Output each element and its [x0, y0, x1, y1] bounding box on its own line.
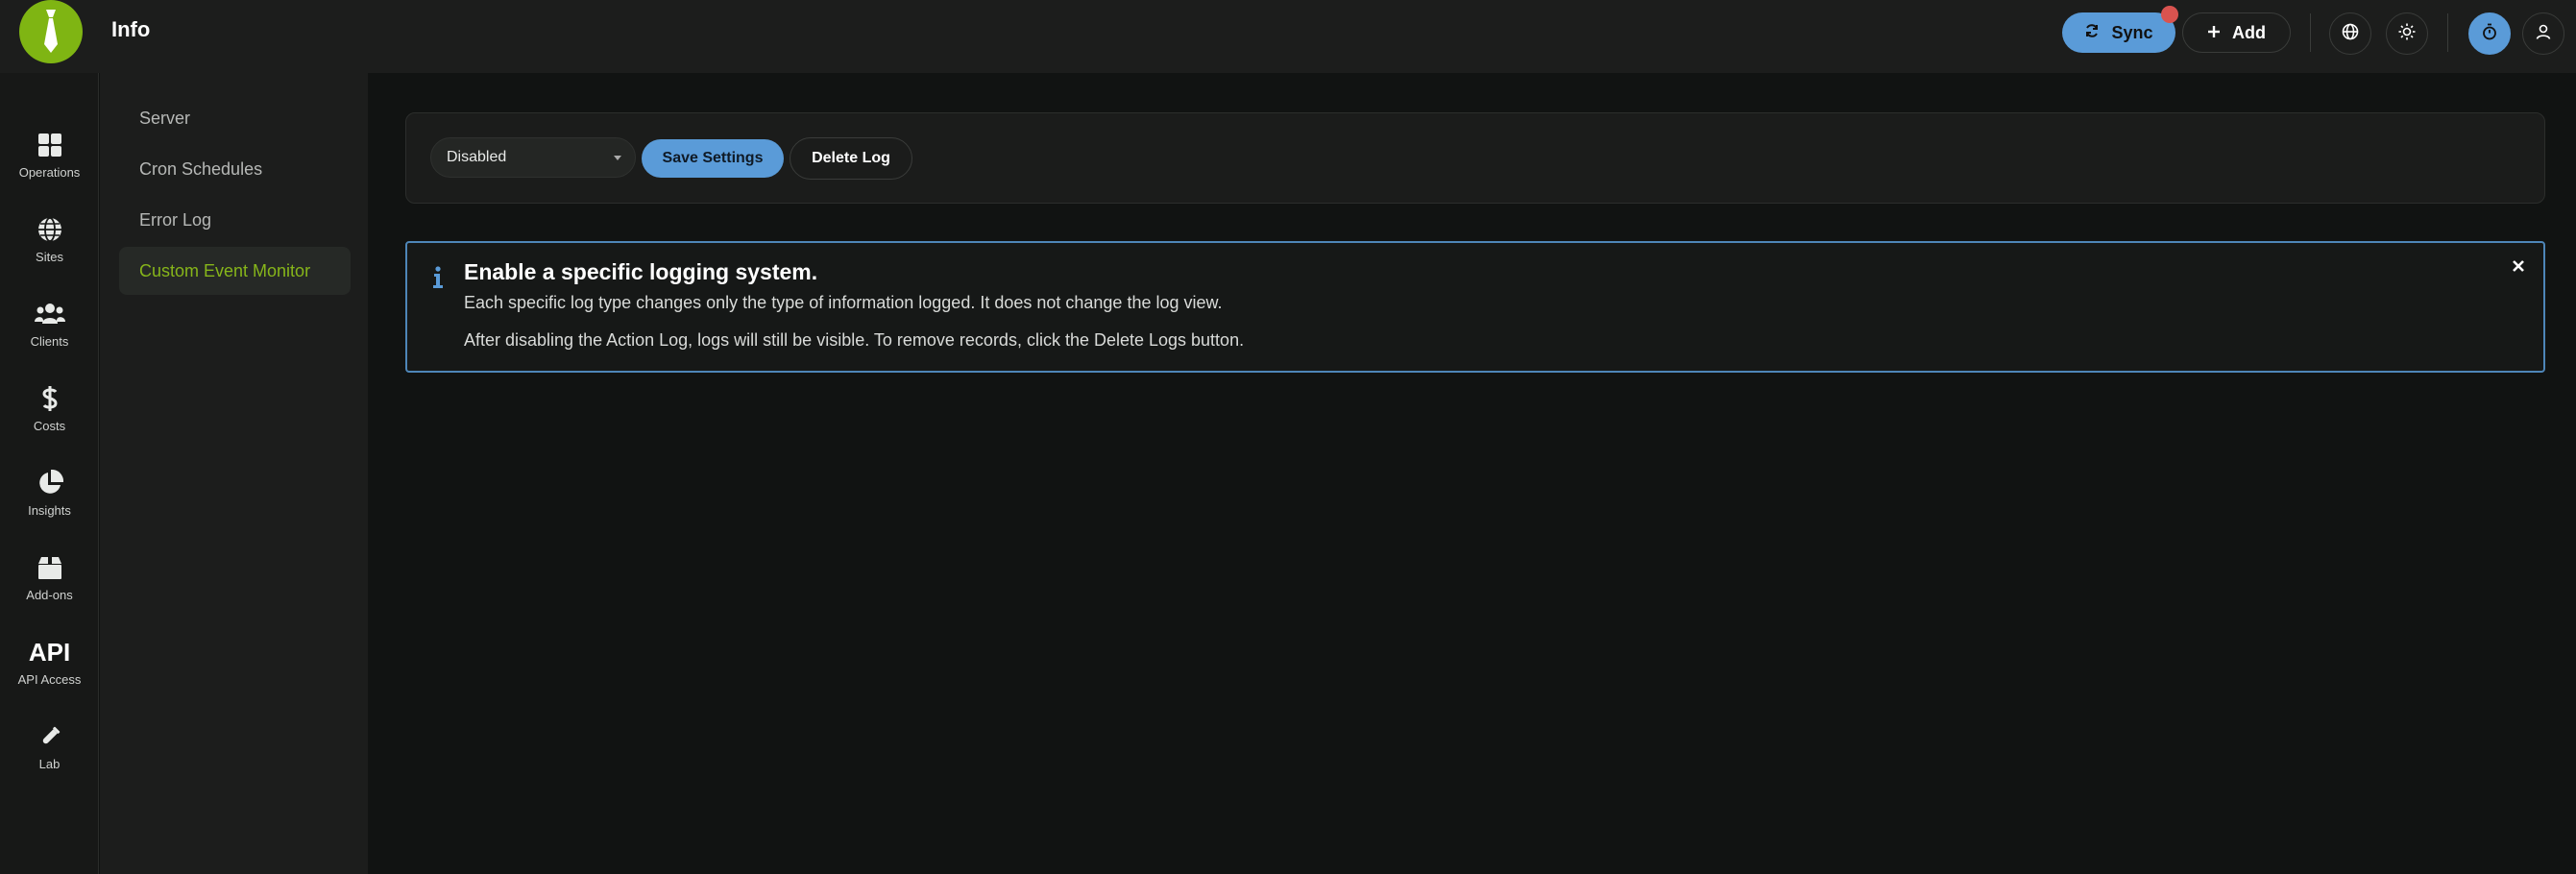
- nav-item-insights[interactable]: Insights: [0, 467, 99, 540]
- secondary-sidebar: Server Cron Schedules Error Log Custom E…: [100, 73, 368, 874]
- main-sidebar: Operations Sites Clients Costs Insights …: [0, 73, 99, 874]
- page-title: Info: [111, 17, 151, 41]
- alert-title: Enable a specific logging system.: [464, 259, 818, 284]
- plus-icon: [2207, 23, 2221, 43]
- box-icon: [37, 551, 62, 584]
- divider: [2310, 13, 2311, 52]
- log-status-select[interactable]: Disabled: [430, 137, 636, 178]
- nav-item-clients[interactable]: Clients: [0, 298, 99, 371]
- test-tube-icon: [38, 720, 61, 753]
- globe-button[interactable]: [2329, 12, 2371, 55]
- alert-message-2: After disabling the Action Log, logs wil…: [464, 330, 1245, 350]
- stopwatch-icon: [2481, 23, 2498, 45]
- delete-log-button[interactable]: Delete Log: [790, 137, 912, 180]
- nav-item-lab[interactable]: Lab: [0, 720, 99, 793]
- caret-down-icon: [614, 156, 621, 160]
- nav-item-operations[interactable]: Operations: [0, 129, 99, 202]
- sun-icon: [2398, 23, 2416, 45]
- log-status-value: Disabled: [447, 149, 507, 165]
- subnav-item-server[interactable]: Server: [119, 94, 351, 142]
- sync-label: Sync: [2111, 22, 2153, 42]
- nav-item-sites[interactable]: Sites: [0, 213, 99, 286]
- info-icon: [432, 266, 444, 294]
- grid-icon: [37, 129, 62, 161]
- globe-icon: [37, 213, 62, 246]
- add-label: Add: [2232, 22, 2266, 42]
- sync-button[interactable]: Sync: [2062, 12, 2175, 53]
- info-alert: Enable a specific logging system. Each s…: [405, 241, 2545, 373]
- top-bar: Info Sync Add: [0, 0, 2576, 73]
- close-icon[interactable]: [2507, 255, 2530, 278]
- subnav-item-error-log[interactable]: Error Log: [119, 196, 351, 244]
- nav-item-costs[interactable]: Costs: [0, 382, 99, 455]
- user-icon: [2535, 23, 2552, 45]
- users-icon: [34, 298, 65, 330]
- dollar-icon: [41, 382, 59, 415]
- globe-icon: [2342, 23, 2359, 45]
- nav-item-api-access[interactable]: API API Access: [0, 636, 99, 709]
- subnav-item-cron-schedules[interactable]: Cron Schedules: [119, 145, 351, 193]
- subnav-item-custom-event-monitor[interactable]: Custom Event Monitor: [119, 247, 351, 295]
- divider: [2447, 13, 2448, 52]
- user-button[interactable]: [2522, 12, 2564, 55]
- api-icon: API: [28, 637, 71, 667]
- add-button[interactable]: Add: [2182, 12, 2291, 53]
- log-settings-card: Disabled Save Settings Delete Log: [405, 112, 2545, 204]
- save-settings-button[interactable]: Save Settings: [642, 139, 784, 178]
- pie-chart-icon: [36, 467, 63, 499]
- alert-message-1: Each specific log type changes only the …: [464, 293, 1223, 312]
- theme-button[interactable]: [2386, 12, 2428, 55]
- timer-button[interactable]: [2468, 12, 2511, 55]
- logo-icon[interactable]: [19, 0, 83, 63]
- notification-badge: [2161, 6, 2178, 23]
- nav-item-add-ons[interactable]: Add-ons: [0, 551, 99, 624]
- refresh-icon: [2084, 23, 2100, 43]
